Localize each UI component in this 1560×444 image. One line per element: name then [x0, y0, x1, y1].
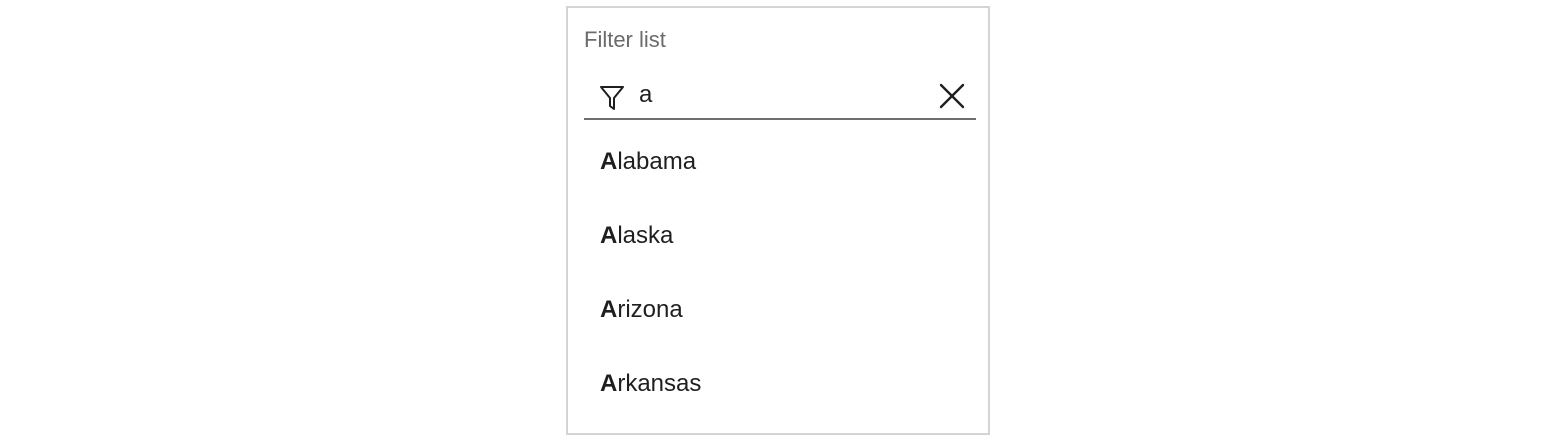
list-item[interactable]: Arizona — [584, 273, 976, 347]
option-rest-text: labama — [617, 148, 697, 175]
filter-field[interactable] — [584, 72, 976, 120]
filter-funnel-icon — [599, 84, 625, 112]
option-rest-text: rkansas — [617, 370, 702, 397]
filter-input[interactable] — [639, 78, 919, 112]
options-list: Alabama Alaska Arizona Arkansas — [584, 125, 976, 421]
option-rest-text: laska — [617, 222, 674, 249]
close-x-icon — [939, 83, 965, 109]
option-rest-text: rizona — [617, 296, 683, 323]
clear-filter-button[interactable] — [938, 82, 966, 110]
list-item[interactable]: Arkansas — [584, 347, 976, 421]
list-item[interactable]: Alaska — [584, 199, 976, 273]
option-match-text: A — [600, 148, 618, 175]
list-item[interactable]: Alabama — [584, 125, 976, 199]
option-match-text: A — [600, 296, 618, 323]
filter-label: Filter list — [584, 27, 666, 52]
filter-list-panel: Filter list Alabama Alaska Arizona Arkan… — [566, 6, 990, 435]
option-match-text: A — [600, 222, 618, 249]
option-match-text: A — [600, 370, 618, 397]
